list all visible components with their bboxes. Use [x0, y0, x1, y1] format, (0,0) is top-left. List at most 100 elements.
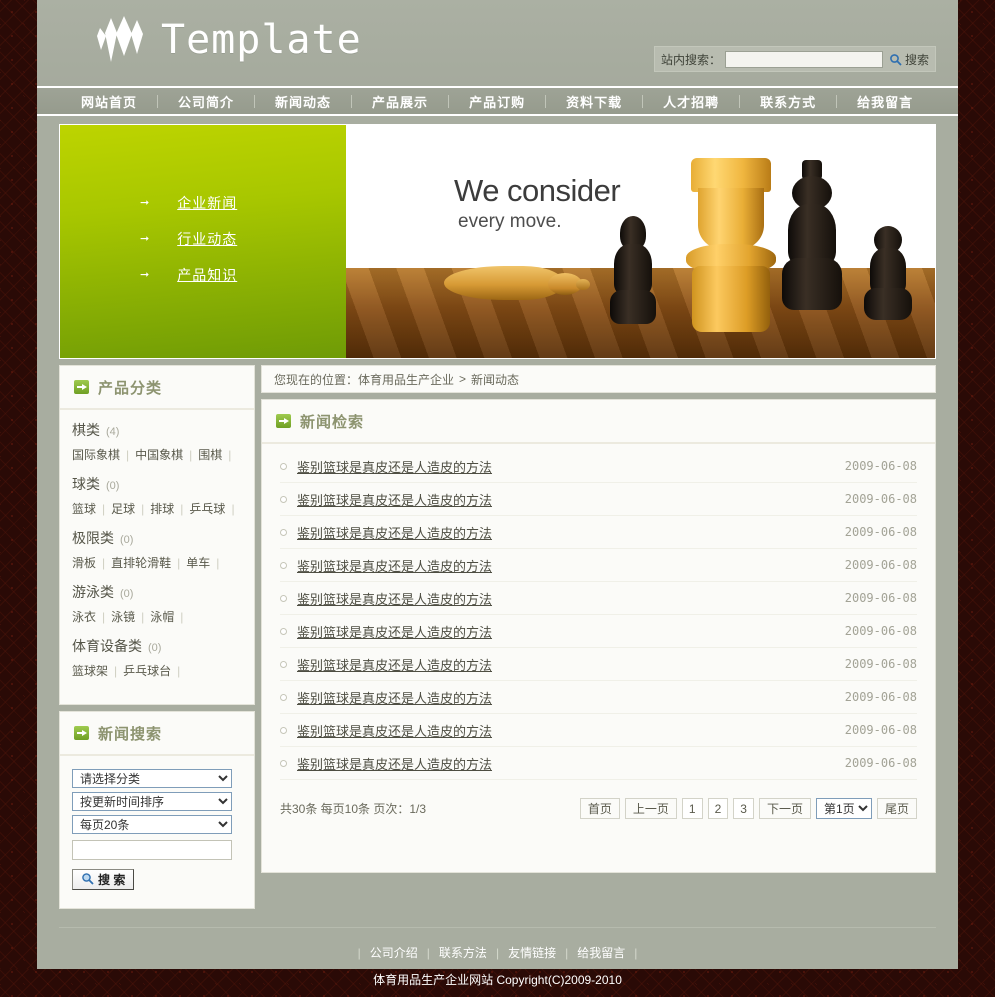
news-list-item[interactable]: 鉴别篮球是真皮还是人造皮的方法 2009-06-08: [280, 582, 917, 615]
nav-item-downloads[interactable]: 资料下载: [546, 92, 642, 111]
news-list-item[interactable]: 鉴别篮球是真皮还是人造皮的方法 2009-06-08: [280, 747, 917, 780]
category-title[interactable]: 游泳类 (0): [72, 582, 242, 602]
footer-links: | 公司介绍 | 联系方法 | 友情链接 | 给我留言 |: [59, 944, 936, 961]
banner-link-industry-news[interactable]: ➞ 行业动态: [140, 229, 237, 249]
news-item-title[interactable]: 鉴别篮球是真皮还是人造皮的方法: [297, 457, 845, 476]
nav-item-contact[interactable]: 联系方式: [740, 92, 836, 111]
nav-item-news[interactable]: 新闻动态: [255, 92, 351, 111]
news-list-item[interactable]: 鉴别篮球是真皮还是人造皮的方法 2009-06-08: [280, 516, 917, 549]
footer-link-guestbook[interactable]: 给我留言: [568, 944, 634, 961]
page-root: Template 站内搜索： 搜索 网站首页 公司简介 新闻动态 产品展示 产品…: [0, 0, 995, 987]
news-item-date: 2009-06-08: [844, 624, 917, 638]
news-item-title[interactable]: 鉴别篮球是真皮还是人造皮的方法: [297, 754, 845, 773]
sub-category[interactable]: 乒乓球: [189, 499, 225, 519]
banner-link-product-knowledge[interactable]: ➞ 产品知识: [140, 265, 237, 285]
sub-category[interactable]: 乒乓球台: [123, 661, 171, 681]
news-list-item[interactable]: 鉴别篮球是真皮还是人造皮的方法 2009-06-08: [280, 549, 917, 582]
news-item-date: 2009-06-08: [844, 657, 917, 671]
news-list-item[interactable]: 鉴别篮球是真皮还是人造皮的方法 2009-06-08: [280, 483, 917, 516]
sub-category[interactable]: 泳帽: [150, 607, 174, 627]
sub-separator: |: [180, 610, 184, 624]
breadcrumb-root[interactable]: 体育用品生产企业: [358, 371, 454, 388]
news-sort-select[interactable]: 按更新时间排序: [72, 792, 232, 811]
footer-link-about[interactable]: 公司介绍: [361, 944, 427, 961]
footer-link-contact[interactable]: 联系方法: [430, 944, 496, 961]
hero-banner: ➞ 企业新闻 ➞ 行业动态 ➞ 产品知识 We consider every m…: [59, 124, 936, 359]
banner-link-label: 产品知识: [177, 267, 238, 283]
sub-separator: |: [102, 610, 106, 624]
news-search-header: 新闻搜索: [60, 712, 254, 756]
product-categories-list: 棋类 (4) 国际象棋 | 中国象棋 | 围棋 | 球类 (0) 篮球 | 足球…: [60, 410, 254, 704]
category-group: 球类 (0) 篮球 | 足球 | 排球 | 乒乓球 |: [72, 474, 242, 519]
sub-separator: |: [177, 556, 181, 570]
chess-piece-black-bishop: [610, 216, 656, 328]
category-group: 棋类 (4) 国际象棋 | 中国象棋 | 围棋 |: [72, 420, 242, 465]
sub-separator: |: [114, 664, 118, 678]
pagination-page-1[interactable]: 1: [681, 798, 703, 819]
sub-category[interactable]: 篮球: [72, 499, 96, 519]
pagination-page-2[interactable]: 2: [707, 798, 729, 819]
sub-category[interactable]: 围棋: [198, 445, 222, 465]
news-item-title[interactable]: 鉴别篮球是真皮还是人造皮的方法: [297, 490, 845, 509]
site-logo[interactable]: Template: [97, 16, 362, 64]
news-item-title[interactable]: 鉴别篮球是真皮还是人造皮的方法: [297, 655, 845, 674]
category-count: (0): [106, 480, 120, 492]
news-list-item[interactable]: 鉴别篮球是真皮还是人造皮的方法 2009-06-08: [280, 681, 917, 714]
nav-item-guestbook[interactable]: 给我留言: [837, 92, 933, 111]
sub-category[interactable]: 国际象棋: [72, 445, 120, 465]
news-perpage-select[interactable]: 每页20条: [72, 815, 232, 834]
site-search-button[interactable]: 搜索: [887, 51, 929, 68]
sub-category[interactable]: 排球: [150, 499, 174, 519]
sub-category[interactable]: 中国象棋: [135, 445, 183, 465]
arrow-right-icon: ➞: [140, 268, 150, 281]
sub-category[interactable]: 滑板: [72, 553, 96, 573]
banner-link-company-news[interactable]: ➞ 企业新闻: [140, 193, 237, 213]
news-item-title[interactable]: 鉴别篮球是真皮还是人造皮的方法: [297, 556, 845, 575]
chess-piece-black-pawn: [864, 226, 912, 324]
news-keyword-input[interactable]: [72, 840, 232, 860]
news-item-title[interactable]: 鉴别篮球是真皮还是人造皮的方法: [297, 622, 845, 641]
sub-category[interactable]: 足球: [111, 499, 135, 519]
category-title[interactable]: 体育设备类 (0): [72, 636, 242, 656]
category-title[interactable]: 球类 (0): [72, 474, 242, 494]
category-title[interactable]: 棋类 (4): [72, 420, 242, 440]
pagination-last-button[interactable]: 尾页: [876, 798, 917, 819]
nav-item-order[interactable]: 产品订购: [449, 92, 545, 111]
category-title[interactable]: 极限类 (0): [72, 528, 242, 548]
pagination-prev-button[interactable]: 上一页: [624, 798, 677, 819]
news-item-title[interactable]: 鉴别篮球是真皮还是人造皮的方法: [297, 589, 845, 608]
pagination-first-button[interactable]: 首页: [579, 798, 620, 819]
sub-category[interactable]: 单车: [186, 553, 210, 573]
pagination-next-button[interactable]: 下一页: [758, 798, 811, 819]
nav-item-about[interactable]: 公司简介: [158, 92, 254, 111]
nav-item-home[interactable]: 网站首页: [61, 92, 157, 111]
sub-separator: |: [141, 502, 145, 516]
sub-category[interactable]: 泳衣: [72, 607, 96, 627]
news-item-title[interactable]: 鉴别篮球是真皮还是人造皮的方法: [297, 523, 845, 542]
news-list-item[interactable]: 鉴别篮球是真皮还是人造皮的方法 2009-06-08: [280, 615, 917, 648]
pagination-page-3[interactable]: 3: [733, 798, 754, 819]
category-name: 游泳类: [72, 584, 114, 600]
pagination-controls: 首页 上一页 1 2 3 下一页 第1页 尾页: [579, 798, 917, 819]
news-category-select[interactable]: 请选择分类: [72, 769, 232, 788]
sub-category[interactable]: 直排轮滑鞋: [111, 553, 171, 573]
news-item-title[interactable]: 鉴别篮球是真皮还是人造皮的方法: [297, 721, 845, 740]
search-icon: [889, 53, 902, 66]
nav-item-products[interactable]: 产品展示: [352, 92, 448, 111]
news-search-button-label: 搜 索: [98, 873, 126, 887]
news-results-title: 新闻检索: [300, 413, 365, 431]
category-subs: 国际象棋 | 中国象棋 | 围棋 |: [72, 445, 242, 465]
news-list-item[interactable]: 鉴别篮球是真皮还是人造皮的方法 2009-06-08: [280, 714, 917, 747]
footer-link-friendly-links[interactable]: 友情链接: [499, 944, 565, 961]
news-search-button[interactable]: 搜 索: [72, 869, 135, 890]
site-search-input[interactable]: [725, 50, 883, 68]
category-name: 体育设备类: [72, 638, 142, 654]
site-search-label: 站内搜索：: [661, 52, 722, 67]
sub-category[interactable]: 泳镜: [111, 607, 135, 627]
nav-item-jobs[interactable]: 人才招聘: [643, 92, 739, 111]
news-item-title[interactable]: 鉴别篮球是真皮还是人造皮的方法: [297, 688, 845, 707]
sub-category[interactable]: 篮球架: [72, 661, 108, 681]
news-list-item[interactable]: 鉴别篮球是真皮还是人造皮的方法 2009-06-08: [280, 648, 917, 681]
news-list-item[interactable]: 鉴别篮球是真皮还是人造皮的方法 2009-06-08: [280, 450, 917, 483]
pagination-jump-select[interactable]: 第1页: [815, 798, 872, 819]
